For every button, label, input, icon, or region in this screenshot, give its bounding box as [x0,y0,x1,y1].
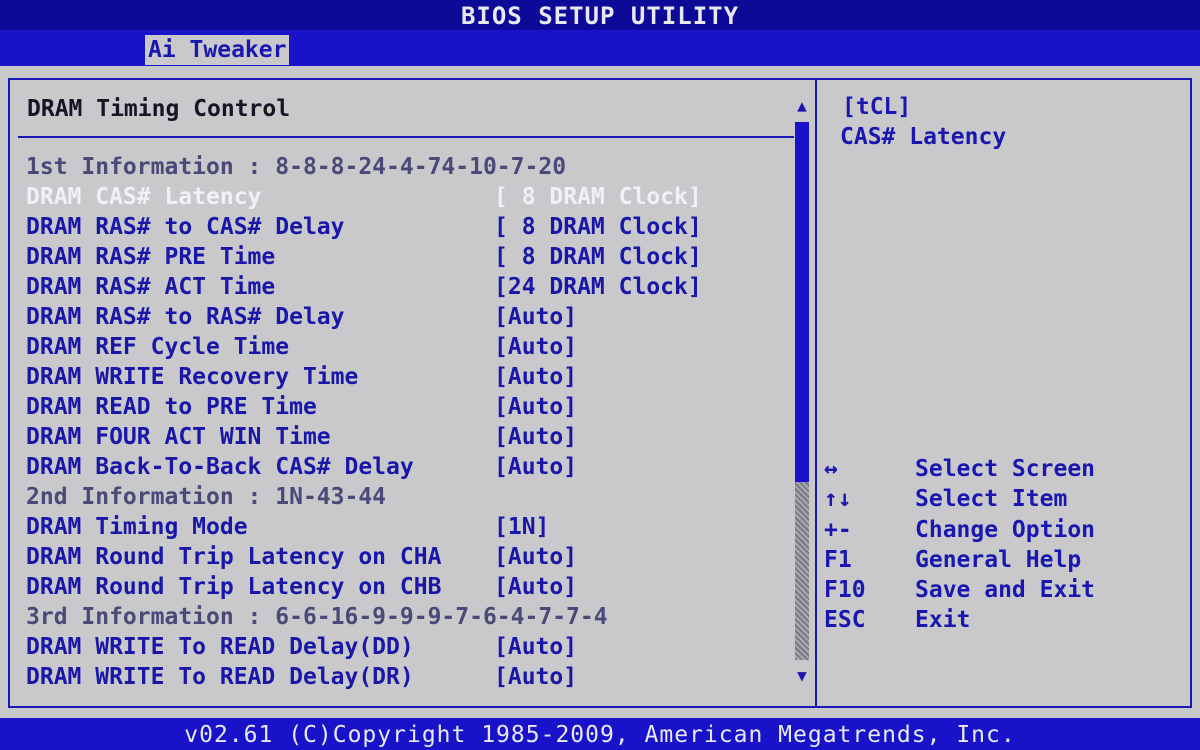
key-description: General Help [915,546,1082,573]
setting-value[interactable]: [Auto] [494,332,577,362]
info-text: 3rd Information : 6-6-16-9-9-9-7-6-4-7-7… [26,604,608,630]
setting-value[interactable]: [Auto] [494,392,577,422]
info-row: 1st Information : 8-8-8-24-4-74-10-7-20 [26,152,796,182]
tab-ai-tweaker[interactable]: Ai Tweaker [145,35,290,65]
setting-label: DRAM Back-To-Back CAS# Delay [26,454,414,480]
setting-row[interactable]: DRAM RAS# to CAS# Delay [ 8 DRAM Clock] [26,212,796,242]
key-f1: F1 [824,546,852,573]
copyright-footer: v02.61 (C)Copyright 1985-2009, American … [0,718,1200,750]
setting-row[interactable]: DRAM Back-To-Back CAS# Delay [Auto] [26,452,796,482]
scroll-down-icon[interactable]: ▼ [793,666,811,686]
key-description: Select Screen [915,456,1096,482]
setting-value[interactable]: [Auto] [494,572,577,602]
info-row: 2nd Information : 1N-43-44 [26,482,796,512]
setting-label: DRAM WRITE To READ Delay(DR) [26,664,414,690]
setting-value[interactable]: [Auto] [494,302,577,332]
setting-row[interactable]: DRAM REF Cycle Time [Auto] [26,332,796,362]
setting-row[interactable]: DRAM WRITE To READ Delay(DD) [Auto] [26,632,796,662]
page-title: DRAM Timing Control [27,96,291,122]
key-f10: F10 [824,577,866,604]
setting-value[interactable]: [Auto] [494,662,577,692]
key-legend-row: F10 Save and Exit [824,575,1184,605]
key-legend: ↔ Select Screen ↑↓ Select Item +- Change… [824,454,1184,636]
setting-label: DRAM REF Cycle Time [26,334,290,360]
setting-row[interactable]: DRAM WRITE To READ Delay(DR) [Auto] [26,662,796,692]
setting-row[interactable]: DRAM RAS# to RAS# Delay [Auto] [26,302,796,332]
key-legend-row: ↔ Select Screen [824,454,1184,484]
key-description: Exit [915,607,971,634]
setting-value[interactable]: [24 DRAM Clock] [494,272,702,302]
info-text: 2nd Information : 1N-43-44 [26,484,387,510]
setting-row[interactable]: DRAM CAS# Latency [ 8 DRAM Clock] [26,182,796,212]
setting-label: DRAM READ to PRE Time [26,394,317,420]
setting-label: DRAM RAS# to RAS# Delay [26,304,345,330]
panel-divider [815,78,817,708]
setting-value[interactable]: [ 8 DRAM Clock] [494,242,702,272]
key-arrows-horizontal-icon: ↔ [824,456,838,482]
setting-value[interactable]: [Auto] [494,542,577,572]
setting-value[interactable]: [Auto] [494,362,577,392]
key-plus-minus: +- [824,516,852,543]
window-title: BIOS SETUP UTILITY [0,0,1200,30]
setting-label: DRAM RAS# ACT Time [26,274,276,300]
setting-value[interactable]: [Auto] [494,452,577,482]
scrollbar-thumb[interactable] [795,122,809,482]
help-title: [tCL] [842,94,912,120]
setting-value[interactable]: [ 8 DRAM Clock] [494,212,702,242]
heading-divider [18,136,794,138]
key-legend-row: F1 General Help [824,545,1184,575]
setting-label: DRAM WRITE Recovery Time [26,364,359,390]
key-description: Select Item [915,486,1068,513]
key-legend-row: ↑↓ Select Item [824,484,1184,514]
setting-row[interactable]: DRAM Round Trip Latency on CHA [Auto] [26,542,796,572]
tab-bar: Ai Tweaker [0,30,1200,66]
setting-label: DRAM FOUR ACT WIN Time [26,424,331,450]
info-text: 1st Information : 8-8-8-24-4-74-10-7-20 [26,154,567,180]
setting-row[interactable]: DRAM Round Trip Latency on CHB [Auto] [26,572,796,602]
setting-row[interactable]: DRAM WRITE Recovery Time [Auto] [26,362,796,392]
info-row: 3rd Information : 6-6-16-9-9-9-7-6-4-7-7… [26,602,796,632]
setting-label: DRAM WRITE To READ Delay(DD) [26,634,414,660]
setting-row[interactable]: DRAM FOUR ACT WIN Time [Auto] [26,422,796,452]
setting-row[interactable]: DRAM READ to PRE Time [Auto] [26,392,796,422]
main-panel: DRAM Timing Control 1st Information : 8-… [0,66,1200,718]
help-description: CAS# Latency [840,124,1007,150]
setting-row[interactable]: DRAM RAS# PRE Time [ 8 DRAM Clock] [26,242,796,272]
setting-value[interactable]: [Auto] [494,422,577,452]
setting-label: DRAM Round Trip Latency on CHA [26,544,442,570]
key-arrows-vertical-icon: ↑↓ [824,486,852,513]
key-description: Change Option [915,516,1096,543]
setting-row[interactable]: DRAM Timing Mode [1N] [26,512,796,542]
setting-label: DRAM CAS# Latency [26,184,262,210]
setting-label: DRAM Round Trip Latency on CHB [26,574,442,600]
setting-label: DRAM RAS# to CAS# Delay [26,214,345,240]
scroll-up-icon[interactable]: ▲ [793,96,811,116]
settings-list: 1st Information : 8-8-8-24-4-74-10-7-20 D… [26,152,796,692]
setting-label: DRAM Timing Mode [26,514,248,540]
key-esc: ESC [824,607,866,634]
setting-value[interactable]: [1N] [494,512,549,542]
key-description: Save and Exit [915,577,1096,604]
setting-value[interactable]: [Auto] [494,632,577,662]
key-legend-row: +- Change Option [824,515,1184,545]
bios-screen: BIOS SETUP UTILITY Ai Tweaker DRAM Timin… [0,0,1200,750]
setting-row[interactable]: DRAM RAS# ACT Time [24 DRAM Clock] [26,272,796,302]
setting-label: DRAM RAS# PRE Time [26,244,276,270]
setting-value[interactable]: [ 8 DRAM Clock] [494,182,702,212]
key-legend-row: ESC Exit [824,605,1184,635]
